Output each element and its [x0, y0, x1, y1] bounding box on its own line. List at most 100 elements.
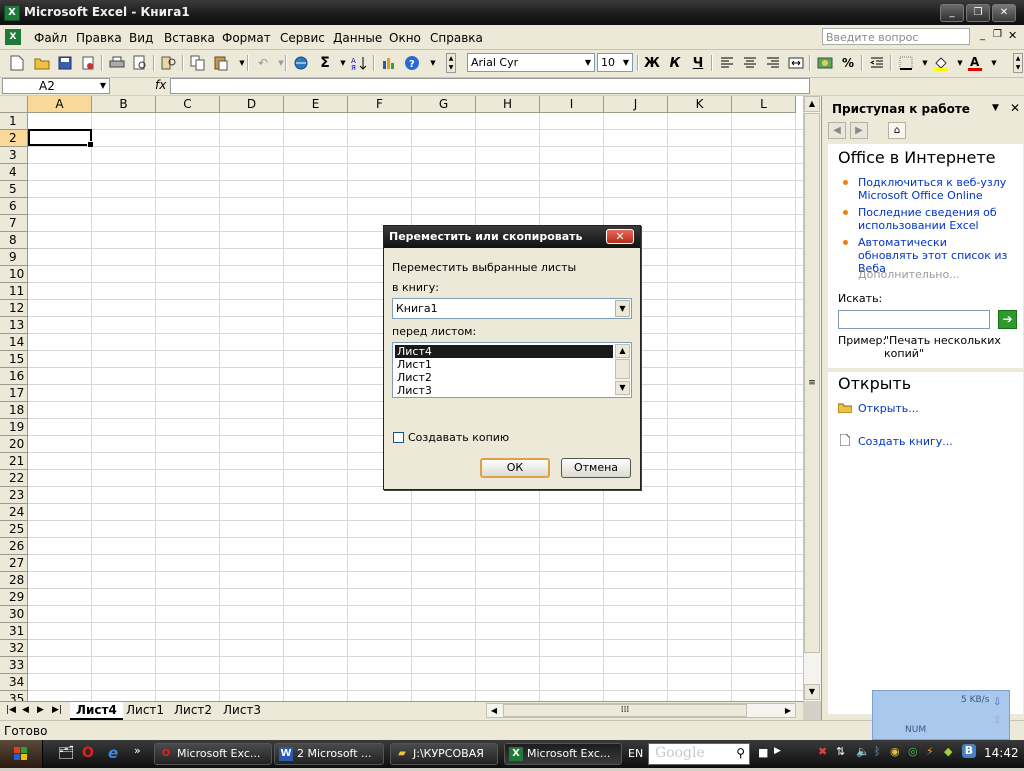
- row-header[interactable]: 17: [0, 385, 28, 402]
- sheet-tab-active[interactable]: Лист4: [70, 702, 123, 720]
- row-header[interactable]: 10: [0, 266, 28, 283]
- create-copy-checkbox[interactable]: [393, 432, 404, 443]
- last-sheet-icon[interactable]: ▶|: [52, 705, 62, 715]
- merge-center-icon[interactable]: [787, 54, 805, 72]
- menu-format[interactable]: Формат: [222, 31, 271, 45]
- doc-restore-button[interactable]: ❐: [993, 29, 1002, 40]
- row-header[interactable]: 24: [0, 504, 28, 521]
- ask-question-input[interactable]: Введите вопрос: [822, 28, 970, 45]
- row-header[interactable]: 18: [0, 402, 28, 419]
- font-color-dropdown-icon[interactable]: ▼: [985, 54, 1003, 72]
- row-header[interactable]: 22: [0, 470, 28, 487]
- tray-app1-icon[interactable]: ◉: [890, 745, 900, 758]
- close-button[interactable]: ✕: [992, 4, 1016, 22]
- menu-view[interactable]: Вид: [129, 31, 153, 45]
- row-header[interactable]: 9: [0, 249, 28, 266]
- quicklaunch-explorer-icon[interactable]: 🗂: [58, 746, 75, 761]
- vertical-scrollbar[interactable]: ▲ ≡ ▼: [803, 96, 821, 701]
- menu-help[interactable]: Справка: [430, 31, 483, 45]
- insert-function-icon[interactable]: fx: [155, 78, 166, 92]
- row-header[interactable]: 8: [0, 232, 28, 249]
- font-color-icon[interactable]: A: [966, 54, 984, 72]
- row-header[interactable]: 12: [0, 300, 28, 317]
- tray-network-icon[interactable]: ⇅: [836, 745, 845, 758]
- doc-close-button[interactable]: ✕: [1008, 29, 1017, 42]
- row-header[interactable]: 28: [0, 572, 28, 589]
- list-scrollbar[interactable]: ▲ ▼: [615, 344, 630, 396]
- row-header[interactable]: 6: [0, 198, 28, 215]
- row-header[interactable]: 4: [0, 164, 28, 181]
- sheet-tab[interactable]: Лист2: [168, 702, 218, 718]
- list-scroll-up-icon[interactable]: ▲: [615, 344, 630, 358]
- decrease-indent-icon[interactable]: [868, 54, 886, 72]
- tray-app3-icon[interactable]: ⚡: [926, 745, 934, 758]
- active-cell[interactable]: [28, 129, 94, 148]
- undo-icon[interactable]: ↶: [254, 54, 272, 72]
- column-header[interactable]: K: [668, 96, 732, 113]
- formula-input[interactable]: [170, 78, 810, 94]
- hyperlink-icon[interactable]: [292, 54, 310, 72]
- font-name-select[interactable]: Arial Cyr ▼: [467, 53, 595, 72]
- task-opera[interactable]: O Microsoft Exc...: [154, 743, 272, 765]
- row-header[interactable]: 34: [0, 674, 28, 691]
- link-latest-news[interactable]: Последние сведения об использовании Exce…: [858, 206, 1008, 232]
- new-icon[interactable]: [8, 54, 26, 72]
- row-header[interactable]: 31: [0, 623, 28, 640]
- horizontal-scrollbar[interactable]: ◀ ⁞⁞⁞ ▶: [486, 703, 796, 718]
- quicklaunch-more-icon[interactable]: »: [134, 744, 141, 757]
- research-icon[interactable]: [160, 54, 178, 72]
- prev-sheet-icon[interactable]: ◀: [22, 705, 29, 715]
- maximize-button[interactable]: ❐: [966, 4, 990, 22]
- menu-tools[interactable]: Сервис: [280, 31, 325, 45]
- hscroll-thumb[interactable]: ⁞⁞⁞: [503, 704, 747, 717]
- scroll-right-icon[interactable]: ▶: [781, 704, 795, 717]
- chart-wizard-icon[interactable]: [380, 54, 398, 72]
- home-icon[interactable]: ⌂: [888, 122, 906, 139]
- dialog-close-icon[interactable]: ✕: [606, 229, 634, 244]
- row-header[interactable]: 23: [0, 487, 28, 504]
- row-header[interactable]: 16: [0, 368, 28, 385]
- currency-style-icon[interactable]: [816, 54, 834, 72]
- row-header[interactable]: 27: [0, 555, 28, 572]
- row-header[interactable]: 13: [0, 317, 28, 334]
- align-left-icon[interactable]: [718, 54, 736, 72]
- column-header[interactable]: F: [348, 96, 412, 113]
- copy-icon[interactable]: [189, 54, 207, 72]
- sheet-tab[interactable]: Лист1: [120, 702, 170, 718]
- row-header[interactable]: 2: [0, 130, 28, 147]
- column-header[interactable]: C: [156, 96, 220, 113]
- scroll-thumb[interactable]: ≡: [804, 113, 820, 653]
- tray-app4-icon[interactable]: ◆: [944, 745, 952, 758]
- align-center-icon[interactable]: [741, 54, 759, 72]
- row-header[interactable]: 32: [0, 640, 28, 657]
- link-more[interactable]: Дополнительно...: [858, 268, 1008, 281]
- fill-color-icon[interactable]: [932, 54, 950, 72]
- ok-button[interactable]: ОК: [480, 458, 550, 478]
- column-header[interactable]: H: [476, 96, 540, 113]
- start-button[interactable]: [0, 740, 43, 768]
- book-select[interactable]: Книга1 ▼: [392, 298, 632, 319]
- row-header[interactable]: 14: [0, 334, 28, 351]
- column-header[interactable]: B: [92, 96, 156, 113]
- fill-handle[interactable]: [87, 141, 94, 148]
- sheet-list-item[interactable]: Лист1: [395, 358, 613, 371]
- row-header[interactable]: 3: [0, 147, 28, 164]
- paste-icon[interactable]: [212, 54, 230, 72]
- search-input[interactable]: [838, 310, 990, 329]
- print-icon[interactable]: [108, 54, 126, 72]
- workbook-icon[interactable]: X: [5, 29, 21, 45]
- save-icon[interactable]: [56, 54, 74, 72]
- task-word[interactable]: W2 Microsoft ...: [274, 743, 384, 765]
- select-all-corner[interactable]: [0, 96, 28, 113]
- show-desktop-icon[interactable]: ■: [758, 746, 768, 759]
- minimize-button[interactable]: _: [940, 4, 964, 22]
- underline-button[interactable]: Ч: [689, 54, 707, 72]
- column-header[interactable]: I: [540, 96, 604, 113]
- menu-insert[interactable]: Вставка: [164, 31, 215, 45]
- task-pane-close-icon[interactable]: ✕: [1010, 101, 1020, 115]
- task-excel[interactable]: X Microsoft Exc...: [504, 743, 622, 765]
- tray-expand-icon[interactable]: ▶: [774, 746, 781, 756]
- row-header[interactable]: 15: [0, 351, 28, 368]
- name-box[interactable]: A2 ▼: [2, 78, 110, 94]
- column-header[interactable]: G: [412, 96, 476, 113]
